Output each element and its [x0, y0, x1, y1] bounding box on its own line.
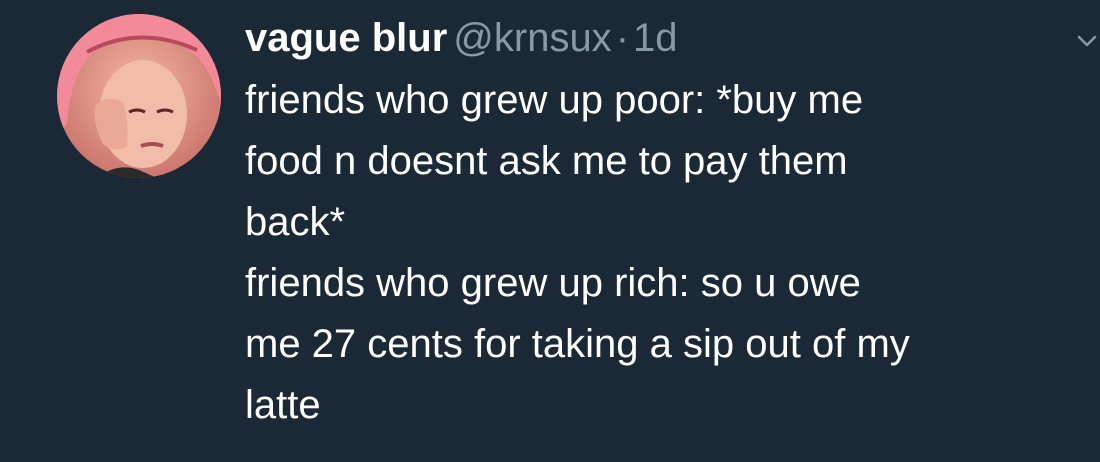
tweet-text-line: back* — [245, 200, 346, 244]
tweet-text-line: friends who grew up rich: so u owe — [245, 261, 861, 305]
tweet-text-line: food n doesnt ask me to pay them — [245, 139, 848, 183]
chevron-down-icon[interactable] — [1076, 30, 1098, 52]
tweet-timestamp[interactable]: 1d — [633, 16, 678, 60]
tweet-text-line: me 27 cents for taking a sip out of my — [245, 322, 910, 366]
avatar-image — [57, 14, 221, 178]
tweet-content: vague blur @krnsux · 1d friends who grew up… — [245, 14, 1095, 436]
avatar[interactable] — [57, 14, 221, 178]
tweet-text: friends who grew up poor: *buy me food n… — [245, 70, 1095, 436]
separator-dot: · — [615, 16, 630, 60]
author-handle[interactable]: @krnsux — [453, 16, 611, 60]
tweet-card[interactable]: vague blur @krnsux · 1d friends who grew up… — [0, 0, 1100, 462]
tweet-text-line: latte — [245, 383, 321, 427]
tweet-header: vague blur @krnsux · 1d — [245, 14, 1095, 62]
author-display-name[interactable]: vague blur — [245, 16, 447, 60]
tweet-text-line: friends who grew up poor: *buy me — [245, 78, 864, 122]
